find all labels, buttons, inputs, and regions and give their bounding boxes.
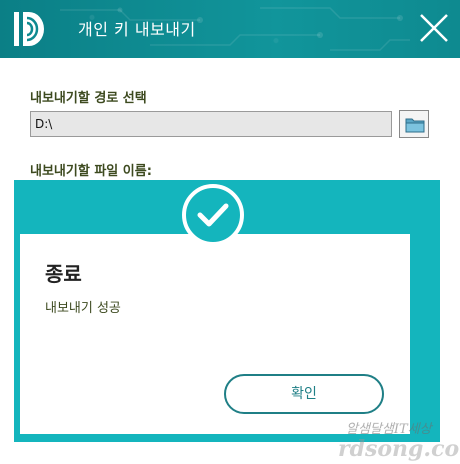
filename-label: 내보내기할 파일 이름: — [30, 164, 152, 179]
folder-icon — [405, 118, 425, 133]
check-circle-icon — [182, 184, 244, 246]
close-icon[interactable] — [416, 10, 452, 46]
browse-folder-button[interactable] — [399, 110, 429, 138]
watermark-text: 알샘달샘IT세상 — [346, 422, 432, 437]
dialog-message: 내보내기 성공 — [45, 301, 121, 316]
path-input[interactable] — [30, 111, 392, 137]
export-private-key-window: 개인 키 내보내기 내보내기할 경로 선택 내보내기할 파일 이름: 종료 내보… — [0, 0, 460, 464]
window-title: 개인 키 내보내기 — [78, 20, 196, 39]
circuit-pattern — [60, 7, 410, 51]
title-bar: 개인 키 내보내기 — [0, 0, 460, 58]
watermark-url: rdsong.com — [338, 436, 460, 462]
dialog-title: 종료 — [45, 262, 82, 286]
path-label: 내보내기할 경로 선택 — [30, 91, 147, 106]
ok-button[interactable]: 확인 — [224, 374, 384, 414]
app-logo-icon — [14, 12, 44, 46]
